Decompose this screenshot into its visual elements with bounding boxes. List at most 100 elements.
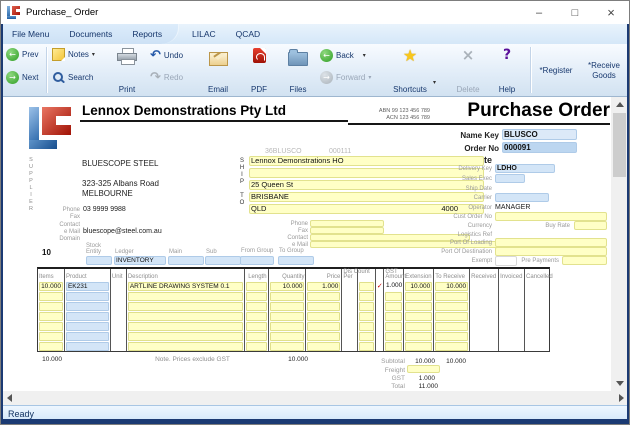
cell-quantity-empty[interactable]	[269, 321, 305, 331]
scroll-up-icon[interactable]	[611, 97, 628, 112]
notes-button[interactable]: Notes ▾	[52, 48, 95, 61]
cell-discount-empty[interactable]	[359, 291, 375, 301]
vertical-scrollbar[interactable]	[611, 97, 628, 391]
files-button[interactable]: Files	[280, 48, 316, 94]
cell-length-empty[interactable]	[245, 311, 267, 321]
order-no-field[interactable]: 000091	[502, 142, 577, 153]
horizontal-scrollbar[interactable]	[2, 391, 629, 405]
cell-description-empty[interactable]	[127, 291, 243, 301]
prev-button[interactable]: ← Prev	[6, 48, 38, 61]
cell-price-empty[interactable]	[307, 291, 341, 301]
gst-check-icon[interactable]: ✓	[376, 282, 383, 290]
main-field[interactable]	[168, 256, 204, 265]
cell-discount-empty[interactable]	[359, 311, 375, 321]
next-button[interactable]: → Next	[6, 71, 38, 84]
redo-button[interactable]: ↷ Redo	[150, 71, 183, 84]
cell-price-empty[interactable]	[307, 341, 341, 351]
help-button[interactable]: ? Help	[492, 48, 522, 95]
cell-product-row1[interactable]: EK231	[65, 281, 109, 291]
cell-length-row1[interactable]	[245, 281, 267, 291]
sales-exec-field[interactable]	[495, 174, 525, 183]
cell-quantity-empty[interactable]	[269, 311, 305, 321]
cell-gst-amount-empty[interactable]	[385, 301, 403, 311]
scroll-down-icon[interactable]	[611, 376, 628, 391]
cell-quantity-row1[interactable]: 10.000	[269, 281, 305, 291]
cell-price-empty[interactable]	[307, 311, 341, 321]
cell-items-empty[interactable]	[39, 301, 63, 311]
cell-price-empty[interactable]	[307, 321, 341, 331]
cell-description-empty[interactable]	[127, 311, 243, 321]
cell-items-empty[interactable]	[39, 291, 63, 301]
sub-field[interactable]	[205, 256, 241, 265]
cell-extension-empty[interactable]	[405, 291, 433, 301]
stock-entity-field[interactable]	[86, 256, 112, 265]
back-button[interactable]: ← Back ▾	[320, 49, 366, 62]
cell-gst-amount-empty[interactable]	[385, 321, 403, 331]
cell-gst-amount-row1[interactable]: 1.000	[386, 282, 402, 289]
port-of-destination-field[interactable]	[495, 247, 607, 256]
menu-file[interactable]: File Menu	[2, 29, 59, 39]
cell-product-empty[interactable]	[65, 331, 109, 341]
cell-items-empty[interactable]	[39, 331, 63, 341]
cell-length-empty[interactable]	[245, 331, 267, 341]
ledger-field[interactable]: INVENTORY	[114, 256, 166, 265]
cell-product-empty[interactable]	[65, 321, 109, 331]
close-icon[interactable]: ×	[593, 1, 629, 24]
print-button[interactable]: Print	[107, 48, 147, 94]
cell-product-empty[interactable]	[65, 311, 109, 321]
cell-to-receive-empty[interactable]	[435, 311, 469, 321]
port-of-loading-field[interactable]	[495, 238, 607, 247]
menu-qcad[interactable]: QCAD	[226, 29, 271, 39]
freight-field[interactable]	[407, 365, 440, 373]
cell-items-row1[interactable]: 10.000	[39, 281, 63, 291]
cell-to-receive-empty[interactable]	[435, 291, 469, 301]
cell-quantity-empty[interactable]	[269, 291, 305, 301]
cell-description-row1[interactable]: ARTLINE DRAWING SYSTEM 0.1	[127, 281, 243, 291]
cell-length-empty[interactable]	[245, 321, 267, 331]
name-key-field[interactable]: BLUSCO	[502, 129, 577, 140]
cell-description-empty[interactable]	[127, 331, 243, 341]
cell-extension-empty[interactable]	[405, 311, 433, 321]
vertical-scroll-thumb[interactable]	[613, 113, 626, 177]
cell-extension-empty[interactable]	[405, 341, 433, 351]
delivery-key-field[interactable]: LDHO	[495, 164, 555, 173]
cell-quantity-empty[interactable]	[269, 301, 305, 311]
cell-product-empty[interactable]	[65, 291, 109, 301]
minimize-icon[interactable]: –	[521, 1, 557, 24]
cell-extension-empty[interactable]	[405, 331, 433, 341]
cell-to-receive-empty[interactable]	[435, 341, 469, 351]
cell-quantity-empty[interactable]	[269, 331, 305, 341]
cell-to-receive-empty[interactable]	[435, 331, 469, 341]
forward-button[interactable]: → Forward ▾	[320, 71, 371, 84]
cell-product-empty[interactable]	[65, 301, 109, 311]
cell-length-empty[interactable]	[245, 291, 267, 301]
shipto-phone-field[interactable]	[310, 220, 384, 227]
cell-description-empty[interactable]	[127, 321, 243, 331]
scroll-right-icon[interactable]	[614, 391, 629, 405]
cust-order-no-field[interactable]	[495, 212, 607, 221]
buy-rate-field[interactable]	[574, 221, 607, 230]
cell-price-empty[interactable]	[307, 301, 341, 311]
menu-reports[interactable]: Reports	[122, 29, 172, 39]
undo-button[interactable]: ↶ Undo	[150, 49, 183, 62]
register-button[interactable]: *Register	[534, 48, 578, 94]
menu-lilac[interactable]: LILAC	[182, 29, 226, 39]
receive-goods-button[interactable]: *Receive Goods	[580, 48, 628, 94]
cell-discount-empty[interactable]	[359, 331, 375, 341]
maximize-icon[interactable]: □	[557, 1, 593, 24]
shipto-name-field[interactable]: Lennox Demonstrations HO	[249, 156, 484, 166]
cell-items-empty[interactable]	[39, 311, 63, 321]
cell-price-empty[interactable]	[307, 331, 341, 341]
cell-discount-empty[interactable]	[359, 341, 375, 351]
cell-extension-row1[interactable]: 10.000	[405, 281, 433, 291]
cell-product-empty[interactable]	[65, 341, 109, 351]
cell-to-receive-empty[interactable]	[435, 321, 469, 331]
cell-price-row1[interactable]: 1.000	[307, 281, 341, 291]
menu-documents[interactable]: Documents	[59, 29, 122, 39]
cell-items-empty[interactable]	[39, 341, 63, 351]
cell-extension-empty[interactable]	[405, 301, 433, 311]
scroll-left-icon[interactable]	[2, 391, 17, 405]
cell-length-empty[interactable]	[245, 341, 267, 351]
cell-to-receive-row1[interactable]: 10.000	[435, 281, 469, 291]
shipto-fax-field[interactable]	[310, 227, 384, 234]
